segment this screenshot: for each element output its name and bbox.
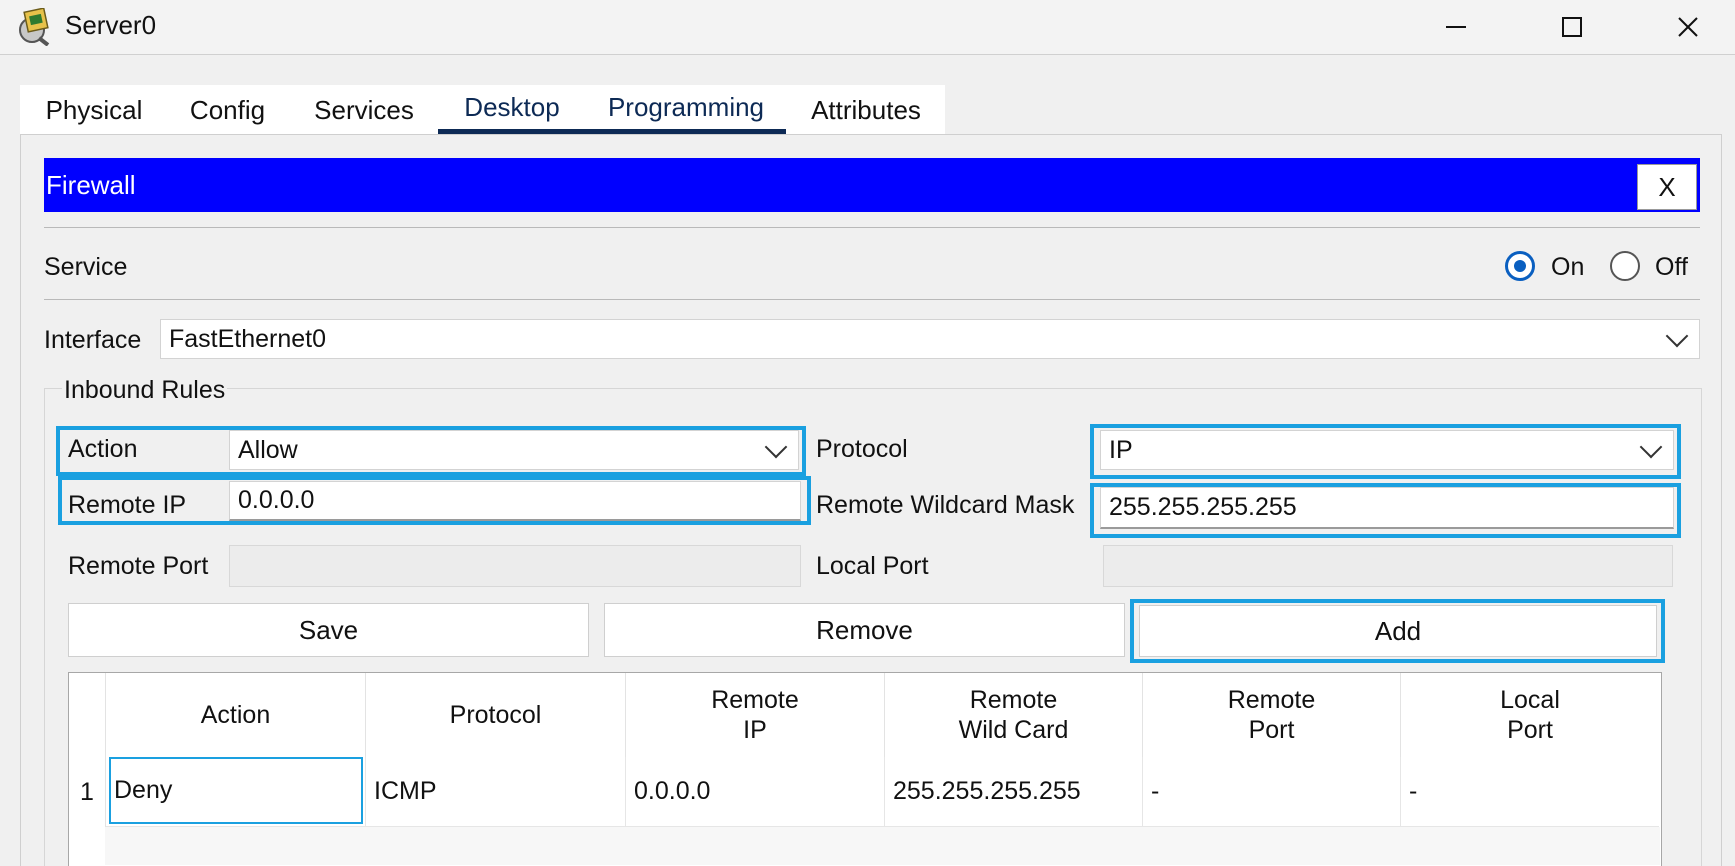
column-header-remote-ip[interactable]: Remote IP [626, 673, 885, 757]
divider [44, 299, 1700, 300]
action-label: Action [68, 435, 138, 463]
header-line: Port [1248, 716, 1295, 744]
table-empty-area [105, 827, 1660, 865]
header-line: Remote [1227, 686, 1316, 714]
action-value: Allow [238, 435, 298, 464]
interface-value: FastEthernet0 [169, 324, 327, 353]
selected-cell[interactable]: Deny [109, 757, 363, 824]
minimize-icon [1446, 26, 1466, 28]
close-icon [1678, 17, 1698, 37]
table-cell-wildcard[interactable]: 255.255.255.255 [885, 757, 1143, 827]
maximize-button[interactable] [1514, 0, 1630, 54]
interface-select[interactable]: FastEthernet0 [160, 319, 1700, 359]
remote-ip-label: Remote IP [68, 491, 187, 519]
remote-ip-input[interactable]: 0.0.0.0 [229, 481, 801, 521]
column-header-remote-port[interactable]: Remote Port [1143, 673, 1401, 757]
column-header-action[interactable]: Action [106, 673, 366, 757]
header-line: Remote [711, 686, 799, 714]
window-title: Server0 [65, 10, 157, 40]
divider [44, 227, 1700, 228]
service-label: Service [44, 253, 128, 281]
table-cell-local-port[interactable]: - [1401, 757, 1659, 827]
protocol-value: IP [1109, 435, 1133, 464]
service-on-radio[interactable] [1505, 251, 1535, 281]
table-cell-remote-ip[interactable]: 0.0.0.0 [626, 757, 885, 827]
header-line: Port [1507, 716, 1553, 744]
tab-services[interactable]: Services [294, 85, 434, 135]
header-line: Action [200, 701, 271, 729]
remote-wildcard-value: 255.255.255.255 [1109, 493, 1297, 521]
tab-physical[interactable]: Physical [24, 85, 164, 135]
tab-attributes[interactable]: Attributes [796, 85, 936, 135]
inbound-rules-title: Inbound Rules [62, 376, 228, 405]
maximize-icon [1562, 17, 1582, 37]
protocol-select[interactable]: IP [1100, 430, 1674, 470]
save-button[interactable]: Save [68, 603, 589, 657]
local-port-input[interactable] [1103, 545, 1673, 587]
header-line: Local [1500, 686, 1560, 714]
minimize-button[interactable] [1398, 0, 1514, 54]
remote-wildcard-label: Remote Wildcard Mask [816, 491, 1075, 519]
firewall-header [44, 158, 1700, 212]
remote-wildcard-input[interactable]: 255.255.255.255 [1100, 487, 1674, 529]
header-line: Remote [969, 686, 1058, 714]
service-off-label[interactable]: Off [1655, 253, 1688, 282]
server-app-icon [12, 7, 52, 47]
table-cell-protocol[interactable]: ICMP [366, 757, 626, 827]
table-cell-remote-port[interactable]: - [1143, 757, 1401, 827]
chevron-down-icon [1665, 324, 1689, 348]
interface-label: Interface [44, 326, 142, 354]
tab-config[interactable]: Config [170, 85, 285, 135]
firewall-title: Firewall [46, 170, 136, 200]
chevron-down-icon [1639, 435, 1663, 459]
header-line: Wild Card [958, 716, 1069, 744]
table-cell-action[interactable]: Deny [106, 757, 366, 827]
firewall-close-button[interactable]: X [1637, 164, 1697, 210]
remove-button[interactable]: Remove [604, 603, 1125, 657]
protocol-label: Protocol [816, 435, 908, 463]
close-window-button[interactable] [1630, 0, 1735, 54]
chevron-down-icon [764, 435, 788, 459]
local-port-label: Local Port [816, 552, 929, 580]
remote-port-label: Remote Port [68, 552, 209, 580]
remote-port-input[interactable] [229, 545, 801, 587]
tab-desktop[interactable]: Desktop [438, 85, 586, 135]
add-button[interactable]: Add [1139, 605, 1657, 657]
row-number: 1 [80, 777, 94, 806]
header-line: IP [743, 716, 767, 744]
service-on-label[interactable]: On [1551, 253, 1584, 282]
service-off-radio[interactable] [1610, 251, 1640, 281]
column-header-remote-wildcard[interactable]: Remote Wild Card [885, 673, 1143, 757]
remote-ip-value: 0.0.0.0 [238, 486, 315, 514]
column-header-protocol[interactable]: Protocol [366, 673, 626, 757]
column-header-local-port[interactable]: Local Port [1401, 673, 1659, 757]
header-line: Protocol [449, 701, 542, 729]
tab-programming[interactable]: Programming [586, 85, 786, 135]
action-select[interactable]: Allow [229, 430, 799, 470]
